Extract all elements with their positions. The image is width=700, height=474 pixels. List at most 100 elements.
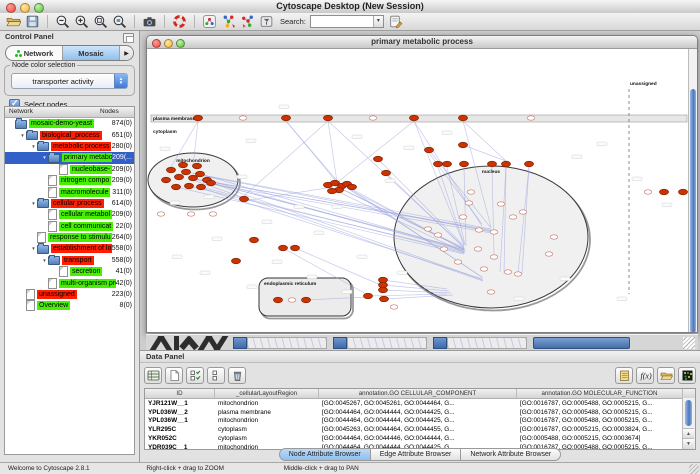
network-node[interactable] xyxy=(490,230,498,234)
expander-icon[interactable]: ▼ xyxy=(41,155,48,160)
network-node[interactable] xyxy=(250,237,259,243)
table-vertical-scrollbar[interactable]: ▲ ▼ xyxy=(682,398,695,449)
network-node[interactable] xyxy=(240,196,249,202)
zoom-in-icon[interactable] xyxy=(74,14,89,29)
resize-grip-icon[interactable] xyxy=(683,337,695,349)
network-node[interactable] xyxy=(390,305,398,309)
network-node[interactable] xyxy=(175,174,184,180)
zoom-fit-icon[interactable] xyxy=(112,14,127,29)
network-node[interactable] xyxy=(369,116,377,120)
network-node[interactable] xyxy=(660,189,669,195)
open-session-icon[interactable] xyxy=(6,14,21,29)
network-node[interactable] xyxy=(157,212,165,216)
network-node[interactable] xyxy=(185,183,194,189)
network-node[interactable] xyxy=(425,147,434,153)
network-node[interactable] xyxy=(440,247,448,251)
tree-row[interactable]: response to stimulu 264(0) xyxy=(5,232,134,243)
network-node[interactable] xyxy=(196,171,205,177)
network-node[interactable] xyxy=(232,258,241,264)
column-header-id[interactable]: ID xyxy=(145,389,215,398)
network-node[interactable] xyxy=(644,190,652,194)
network-node[interactable] xyxy=(514,272,522,276)
network-node[interactable] xyxy=(467,190,475,194)
table-row[interactable]: YLR295C cytoplasm [GO:0045263, GO:004446… xyxy=(145,425,695,434)
minimized-window-titlebar[interactable] xyxy=(533,337,630,349)
network-node[interactable] xyxy=(291,245,300,251)
filter-icon[interactable] xyxy=(259,14,274,29)
help-icon[interactable] xyxy=(172,14,187,29)
network-node[interactable] xyxy=(379,287,388,293)
expander-icon[interactable]: ▼ xyxy=(41,258,48,263)
tree-column-network[interactable]: Network xyxy=(5,107,100,117)
network-node[interactable] xyxy=(410,115,419,121)
tree-row[interactable]: ▼ biological_process 651(0) xyxy=(5,129,134,140)
formula-builder-icon[interactable]: f(x) xyxy=(636,367,654,384)
attribute-table-icon[interactable] xyxy=(144,367,162,384)
network-node[interactable] xyxy=(487,290,495,294)
network-node[interactable] xyxy=(475,228,483,232)
tree-row[interactable]: ▼ metabolic process 280(0) xyxy=(5,141,134,152)
network-node[interactable] xyxy=(194,115,203,121)
canvas-vertical-scrollbar[interactable] xyxy=(688,49,697,333)
window-titlebar[interactable]: Cytoscape Desktop (New Session) xyxy=(0,0,700,14)
network-node[interactable] xyxy=(324,115,333,121)
node-color-dropdown[interactable]: transporter activity ▲▼ xyxy=(11,73,128,89)
plugin-manager-icon[interactable] xyxy=(388,14,403,29)
column-header-cellular-component[interactable]: annotation.GO CELLULAR_COMPONENT xyxy=(319,389,517,398)
table-row[interactable]: YKR052C cytoplasm [GO:0044464, GO:004444… xyxy=(145,434,695,443)
expander-icon[interactable]: ▼ xyxy=(30,201,37,206)
network-node[interactable] xyxy=(502,161,511,167)
tree-row[interactable]: cell communicat 22(0) xyxy=(5,221,134,232)
network-node[interactable] xyxy=(465,201,473,205)
tab-mosaic[interactable]: Mosaic xyxy=(63,46,120,60)
network-node[interactable] xyxy=(193,163,202,169)
network-node[interactable] xyxy=(187,212,195,216)
network-node[interactable] xyxy=(182,169,191,175)
network-node[interactable] xyxy=(382,170,391,176)
network-node[interactable] xyxy=(302,297,311,303)
tree-row[interactable]: unassigned 223(0) xyxy=(5,289,134,300)
vizmapper-network-b-icon[interactable] xyxy=(240,14,255,29)
tab-overflow-arrow-icon[interactable]: ▶ xyxy=(120,46,133,60)
tree-row[interactable]: secretion 41(0) xyxy=(5,266,134,277)
search-input[interactable] xyxy=(311,17,373,26)
table-row[interactable]: YJR121W__1 mitochondrion [GO:0045267, GO… xyxy=(145,399,695,408)
expander-icon[interactable]: ▼ xyxy=(30,144,37,149)
network-node[interactable] xyxy=(519,210,527,214)
network-node[interactable] xyxy=(525,161,534,167)
network-node[interactable] xyxy=(459,215,467,219)
save-session-icon[interactable] xyxy=(25,14,40,29)
network-node[interactable] xyxy=(288,298,296,302)
tree-row[interactable]: multi-organism pro 42(0) xyxy=(5,277,134,288)
column-header-molecular-function[interactable]: annotation.GO MOLECULAR_FUNCTION xyxy=(517,389,683,398)
network-node[interactable] xyxy=(550,235,558,239)
network-node[interactable] xyxy=(434,161,443,167)
tree-row[interactable]: ▼ primary metabo 209(... xyxy=(5,152,134,163)
network-node[interactable] xyxy=(274,297,283,303)
tree-row[interactable]: Overview 8(0) xyxy=(5,300,134,311)
attribute-matrix-icon[interactable] xyxy=(678,367,696,384)
zoom-out-icon[interactable] xyxy=(55,14,70,29)
network-node[interactable] xyxy=(460,161,469,167)
network-node[interactable] xyxy=(179,162,188,168)
tree-row[interactable]: ▼ cellular process 614(0) xyxy=(5,198,134,209)
tree-row[interactable]: ▼ transport 558(0) xyxy=(5,255,134,266)
select-attributes-icon[interactable] xyxy=(186,367,204,384)
network-node[interactable] xyxy=(545,252,553,256)
delete-attribute-icon[interactable] xyxy=(228,367,246,384)
network-view-window[interactable]: primary metabolic process plasma membran… xyxy=(146,35,698,333)
table-row[interactable]: YPL036W__1 mitochondrion [GO:0044464, GO… xyxy=(145,417,695,426)
network-node[interactable] xyxy=(527,116,535,120)
network-node[interactable] xyxy=(364,293,373,299)
network-node[interactable] xyxy=(490,255,498,259)
tree-row[interactable]: cellular metabol 209(0) xyxy=(5,209,134,220)
network-node[interactable] xyxy=(459,142,468,148)
network-node[interactable] xyxy=(282,115,291,121)
network-node[interactable] xyxy=(172,184,181,190)
tab-network-attribute-browser[interactable]: Network Attribute Browser xyxy=(461,448,561,461)
tree-row[interactable]: nitrogen compo 209(0) xyxy=(5,175,134,186)
network-node[interactable] xyxy=(443,161,452,167)
float-panel-icon[interactable] xyxy=(123,33,134,43)
network-node[interactable] xyxy=(454,260,462,264)
network-node[interactable] xyxy=(348,184,357,190)
